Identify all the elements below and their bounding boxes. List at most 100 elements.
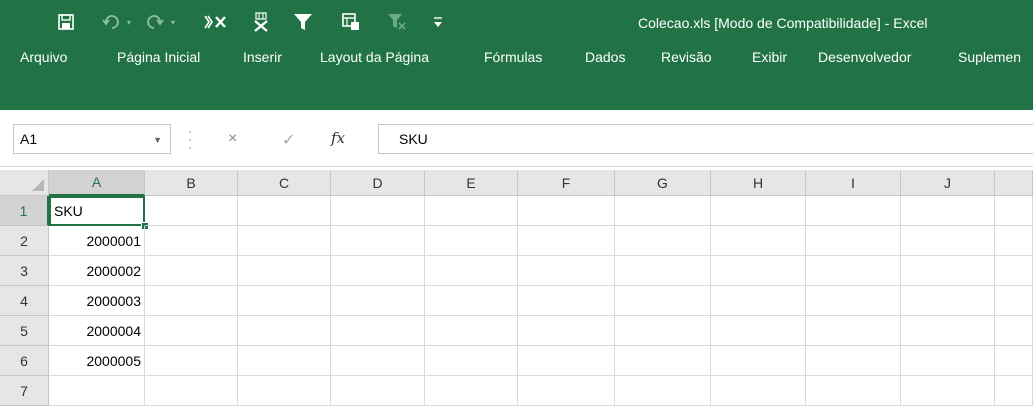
cell-a7[interactable] [49,376,145,406]
cell-c3[interactable] [238,256,331,286]
cell-d7[interactable] [331,376,425,406]
row-header-3[interactable]: 3 [0,256,49,286]
insert-function-icon[interactable]: fx [331,129,345,147]
cell-f7[interactable] [518,376,615,406]
cell-c7[interactable] [238,376,331,406]
cell-b6[interactable] [145,346,238,376]
column-header-d[interactable]: D [331,170,425,196]
cell-e2[interactable] [425,226,518,256]
cell-d5[interactable] [331,316,425,346]
cell-b4[interactable] [145,286,238,316]
enter-icon[interactable]: ✓ [282,130,295,150]
table-format-icon[interactable] [338,10,364,34]
column-header-h[interactable]: H [711,170,806,196]
cell-a1[interactable]: SKU [49,196,145,226]
cell-k1[interactable] [995,196,1033,226]
cell-h2[interactable] [711,226,806,256]
cell-k4[interactable] [995,286,1033,316]
clear-filter-icon[interactable] [384,10,410,34]
row-header-5[interactable]: 5 [0,316,49,346]
tab-suplementos[interactable]: Suplemen [958,49,1021,65]
cell-g2[interactable] [615,226,711,256]
cell-d1[interactable] [331,196,425,226]
cell-e3[interactable] [425,256,518,286]
cell-k2[interactable] [995,226,1033,256]
cell-k7[interactable] [995,376,1033,406]
cell-a4[interactable]: 2000003 [49,286,145,316]
tab-dados[interactable]: Dados [585,49,625,65]
cell-h4[interactable] [711,286,806,316]
name-box[interactable]: A1 ▼ [13,124,171,154]
cell-e4[interactable] [425,286,518,316]
cell-i1[interactable] [806,196,901,226]
cell-i2[interactable] [806,226,901,256]
formula-bar-splitter[interactable]: · · · [188,124,193,154]
cell-j6[interactable] [901,346,995,376]
cell-e5[interactable] [425,316,518,346]
undo-dropdown-icon[interactable]: ▾ [124,10,134,34]
cell-h1[interactable] [711,196,806,226]
cell-h3[interactable] [711,256,806,286]
cell-b3[interactable] [145,256,238,286]
cell-h7[interactable] [711,376,806,406]
remove-duplicates-icon[interactable] [248,10,274,34]
column-header-c[interactable]: C [238,170,331,196]
cell-f2[interactable] [518,226,615,256]
column-header-k[interactable] [995,170,1033,196]
row-header-1[interactable]: 1 [0,196,49,226]
cell-c5[interactable] [238,316,331,346]
cell-i6[interactable] [806,346,901,376]
tab-formulas[interactable]: Fórmulas [484,49,542,65]
cell-i7[interactable] [806,376,901,406]
cell-g3[interactable] [615,256,711,286]
cell-e7[interactable] [425,376,518,406]
cell-i3[interactable] [806,256,901,286]
row-header-7[interactable]: 7 [0,376,49,406]
cell-i5[interactable] [806,316,901,346]
cell-d2[interactable] [331,226,425,256]
row-header-6[interactable]: 6 [0,346,49,376]
cell-g4[interactable] [615,286,711,316]
cell-h6[interactable] [711,346,806,376]
cell-a6[interactable]: 2000005 [49,346,145,376]
cell-j4[interactable] [901,286,995,316]
tab-pagina-inicial[interactable]: Página Inicial [117,49,200,65]
cell-i4[interactable] [806,286,901,316]
tab-arquivo[interactable]: Arquivo [20,49,67,65]
row-header-4[interactable]: 4 [0,286,49,316]
formula-input[interactable]: SKU [378,124,1033,154]
chevron-down-icon[interactable]: ▼ [153,135,162,145]
column-header-f[interactable]: F [518,170,615,196]
cell-e1[interactable] [425,196,518,226]
cell-c1[interactable] [238,196,331,226]
redo-dropdown-icon[interactable]: ▾ [168,10,178,34]
save-icon[interactable] [54,10,78,34]
cell-f4[interactable] [518,286,615,316]
cell-k5[interactable] [995,316,1033,346]
column-header-g[interactable]: G [615,170,711,196]
cell-d6[interactable] [331,346,425,376]
cell-g1[interactable] [615,196,711,226]
tab-inserir[interactable]: Inserir [243,49,282,65]
undo-icon[interactable] [100,10,122,34]
cell-a3[interactable]: 2000002 [49,256,145,286]
customize-qat-icon[interactable] [428,10,448,34]
cancel-icon[interactable]: × [228,130,237,148]
row-header-2[interactable]: 2 [0,226,49,256]
cell-k3[interactable] [995,256,1033,286]
cell-f5[interactable] [518,316,615,346]
column-header-i[interactable]: I [806,170,901,196]
cell-k6[interactable] [995,346,1033,376]
cell-d4[interactable] [331,286,425,316]
cell-g6[interactable] [615,346,711,376]
cell-c2[interactable] [238,226,331,256]
tab-revisao[interactable]: Revisão [661,49,712,65]
cell-j2[interactable] [901,226,995,256]
tab-layout-da-pagina[interactable]: Layout da Página [320,49,429,65]
cell-b1[interactable] [145,196,238,226]
cell-j7[interactable] [901,376,995,406]
cell-j3[interactable] [901,256,995,286]
column-header-e[interactable]: E [425,170,518,196]
cell-b2[interactable] [145,226,238,256]
tab-desenvolvedor[interactable]: Desenvolvedor [818,49,911,65]
